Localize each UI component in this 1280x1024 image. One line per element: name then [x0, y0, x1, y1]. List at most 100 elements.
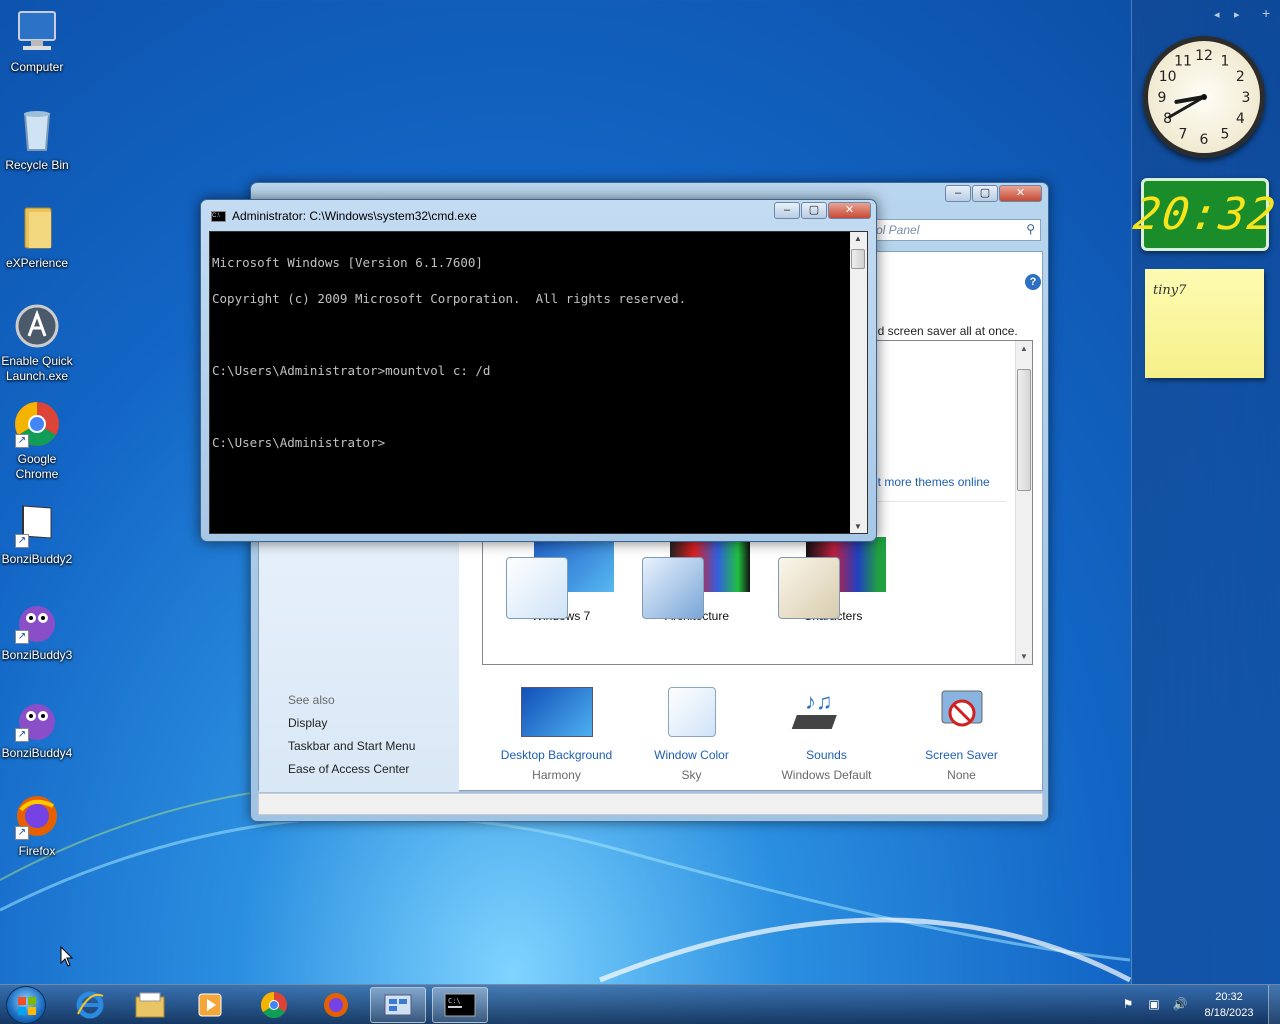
- folder-icon: [13, 204, 61, 252]
- firefox-icon: [324, 993, 348, 1017]
- network-icon[interactable]: ▣: [1144, 997, 1164, 1013]
- desktop-background-setting[interactable]: Desktop Background Harmony: [489, 687, 624, 785]
- recycle-bin-icon: [13, 106, 61, 154]
- file-explorer-icon: [135, 992, 165, 1018]
- screen-saver-icon: [926, 687, 998, 737]
- see-also-link-ease-of-access[interactable]: Ease of Access Center: [288, 758, 415, 781]
- close-button[interactable]: ✕: [828, 202, 871, 219]
- desktop-icon-recycle-bin[interactable]: Recycle Bin: [0, 106, 74, 173]
- taskbar-media-player[interactable]: [182, 987, 238, 1023]
- system-tray: ⚑ ▣ 🔊 20:32 8/18/2023: [1118, 985, 1280, 1024]
- cmd-titlebar[interactable]: C:\ Administrator: C:\Windows\system32\c…: [211, 209, 477, 223]
- taskbar-firefox[interactable]: [308, 987, 364, 1023]
- console-scrollbar[interactable]: ▲ ▼: [850, 232, 867, 533]
- maximize-button[interactable]: ▢: [972, 185, 998, 202]
- setting-value: Harmony: [532, 768, 581, 782]
- add-gadget-icon[interactable]: +: [1262, 5, 1270, 21]
- theme-characters[interactable]: Characters: [773, 537, 893, 623]
- desktop-icon-enable-quick-launch[interactable]: Enable Quick Launch.exe: [0, 302, 74, 384]
- window-color-icon: [667, 687, 716, 737]
- window-color-setting[interactable]: Window Color Sky: [624, 687, 759, 785]
- volume-icon[interactable]: 🔊: [1170, 997, 1190, 1013]
- desktop-icon-google-chrome[interactable]: ↗ Google Chrome: [0, 400, 74, 482]
- taskbar-time: 20:32: [1215, 991, 1243, 1003]
- status-bar: [258, 793, 1043, 815]
- desktop-icon-bonzibuddy3[interactable]: ↗ BonziBuddy3: [0, 596, 74, 663]
- cmd-icon: C:\: [211, 210, 226, 222]
- cmd-window[interactable]: C:\ Administrator: C:\Windows\system32\c…: [200, 199, 877, 542]
- taskbar-cmd[interactable]: C:\: [432, 987, 488, 1023]
- shortcut-arrow-icon: ↗: [15, 534, 29, 548]
- theme-list-scrollbar[interactable]: ▲ ▼: [1015, 341, 1032, 664]
- close-button[interactable]: ✕: [999, 185, 1042, 202]
- desktop-icon-firefox[interactable]: ↗ Firefox: [0, 792, 74, 859]
- file-icon: ↗: [13, 500, 61, 548]
- maximize-button[interactable]: ▢: [801, 202, 827, 219]
- scroll-thumb[interactable]: [851, 249, 865, 269]
- taskbar-chrome[interactable]: [246, 987, 302, 1023]
- search-icon[interactable]: ⚲: [1026, 222, 1035, 236]
- scroll-down-icon[interactable]: ▼: [1016, 652, 1032, 661]
- action-center-icon[interactable]: ⚑: [1118, 997, 1138, 1013]
- desktop-icon-computer[interactable]: Computer: [0, 8, 74, 75]
- sidebar-prev-icon[interactable]: ◂: [1214, 8, 1220, 21]
- desktop-icon-label: Firefox: [18, 844, 56, 858]
- scroll-up-icon[interactable]: ▲: [1016, 344, 1032, 353]
- desktop-icon-label: eXPerience: [5, 256, 69, 270]
- setting-label: Desktop Background: [500, 748, 613, 762]
- clock-numeral: 5: [1221, 126, 1230, 142]
- window-controls: – ▢ ✕: [774, 202, 871, 219]
- windows-logo-icon: [18, 997, 36, 1015]
- divider: [871, 501, 1006, 502]
- scroll-up-icon[interactable]: ▲: [850, 234, 866, 243]
- clock-numeral: 8: [1163, 111, 1172, 127]
- see-also-link-display[interactable]: Display: [288, 712, 415, 735]
- taskbar-clock[interactable]: 20:32 8/18/2023: [1196, 989, 1262, 1021]
- theme-windows7[interactable]: Windows 7: [501, 537, 621, 623]
- clock-center: [1201, 94, 1207, 100]
- internet-explorer-icon: [76, 991, 104, 1019]
- clock-numeral: 4: [1236, 111, 1245, 127]
- analog-clock-gadget[interactable]: 1 2 3 4 5 6 7 8 9 10 11 12: [1143, 36, 1265, 158]
- search-input[interactable]: ol Panel ⚲: [869, 219, 1041, 241]
- screen-saver-setting[interactable]: Screen Saver None: [894, 687, 1029, 785]
- desktop-icon-bonzibuddy2[interactable]: ↗ BonziBuddy2: [0, 500, 74, 567]
- mouse-cursor-icon: [60, 946, 74, 967]
- taskbar-file-explorer[interactable]: [122, 987, 178, 1023]
- taskbar-date: 8/18/2023: [1204, 1007, 1254, 1019]
- console-line: Microsoft Windows [Version 6.1.7600]: [212, 255, 483, 270]
- taskbar-internet-explorer[interactable]: [62, 987, 118, 1023]
- taskbar-control-panel[interactable]: [370, 987, 426, 1023]
- theme-architecture[interactable]: Architecture: [637, 537, 757, 623]
- sidebar-next-icon[interactable]: ▸: [1234, 8, 1240, 21]
- sounds-icon: ♪♫: [791, 687, 863, 737]
- window-controls: – ▢ ✕: [945, 185, 1042, 202]
- sounds-setting[interactable]: ♪♫ Sounds Windows Default: [759, 687, 894, 785]
- shortcut-arrow-icon: ↗: [15, 728, 29, 742]
- theme-thumbnail: [506, 537, 616, 619]
- shortcut-arrow-icon: ↗: [15, 630, 29, 644]
- start-button[interactable]: [6, 986, 46, 1024]
- scroll-thumb[interactable]: [1017, 369, 1031, 491]
- scroll-down-icon[interactable]: ▼: [850, 522, 866, 531]
- digital-clock-gadget[interactable]: 20:32: [1130, 178, 1280, 251]
- desktop-icon-bonzibuddy4[interactable]: ↗ BonziBuddy4: [0, 694, 74, 761]
- theme-thumbnail: [642, 537, 752, 619]
- get-more-themes-link[interactable]: et more themes online: [871, 475, 990, 489]
- see-also-link-taskbar[interactable]: Taskbar and Start Menu: [288, 735, 415, 758]
- minimize-button[interactable]: –: [774, 202, 800, 219]
- clock-numeral: 9: [1158, 90, 1167, 106]
- help-icon[interactable]: ?: [1025, 274, 1041, 290]
- desktop-icon-experience[interactable]: eXPerience: [0, 204, 74, 271]
- see-also-header: See also: [288, 693, 335, 707]
- show-desktop-button[interactable]: [1268, 985, 1280, 1024]
- minimize-button[interactable]: –: [945, 185, 971, 202]
- clock-numeral: 2: [1236, 69, 1245, 85]
- bonzi-icon: ↗: [13, 694, 61, 742]
- console-area[interactable]: Microsoft Windows [Version 6.1.7600] Cop…: [209, 231, 868, 534]
- desktop-background-icon: [520, 687, 593, 737]
- clock-numeral: 10: [1159, 69, 1177, 85]
- sticky-note-gadget[interactable]: tiny7: [1145, 269, 1264, 378]
- media-player-icon: [198, 993, 222, 1017]
